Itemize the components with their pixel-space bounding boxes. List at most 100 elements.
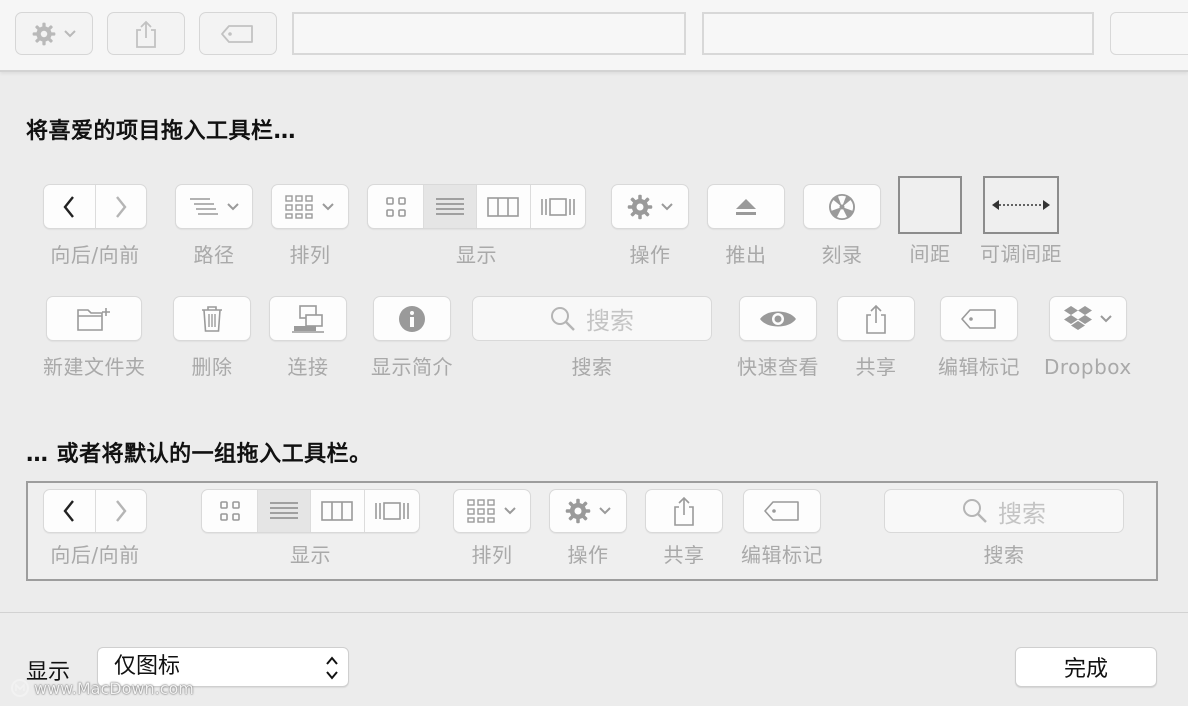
chevron-left-icon <box>63 500 75 522</box>
chevron-down-icon <box>64 29 76 37</box>
back-button[interactable] <box>44 185 95 228</box>
delete-label: 删除 <box>191 355 233 379</box>
path-item[interactable]: 路径 <box>175 184 253 267</box>
back-forward-item[interactable]: 向后/向前 <box>43 184 147 267</box>
list-view-icon <box>436 197 465 215</box>
space-label: 间距 <box>909 242 951 266</box>
chevron-down-icon <box>599 507 611 515</box>
share-item[interactable]: 共享 <box>837 296 915 379</box>
get-info-label: 显示简介 <box>371 355 453 379</box>
default-forward-button[interactable] <box>94 490 146 532</box>
view-list-button[interactable] <box>423 185 476 228</box>
default-edit-tags-item[interactable]: 编辑标记 <box>741 489 823 567</box>
footer-separator <box>0 612 1188 613</box>
default-arrange-label: 排列 <box>471 543 513 567</box>
dropbox-item[interactable]: Dropbox <box>1044 296 1132 379</box>
arrange-grid-icon <box>285 194 313 219</box>
chevron-down-icon <box>322 202 334 210</box>
default-search-label: 搜索 <box>983 543 1025 567</box>
show-mode-value: 仅图标 <box>114 654 181 679</box>
new-folder-label: 新建文件夹 <box>43 355 146 379</box>
default-view-label: 显示 <box>290 543 331 567</box>
action-item[interactable]: 操作 <box>611 184 689 267</box>
default-view-list-button[interactable] <box>257 490 310 532</box>
action-toolbar-button[interactable] <box>15 12 93 55</box>
search-item[interactable]: 搜索 搜索 <box>472 296 712 379</box>
flexible-space-label: 可调间距 <box>980 242 1062 266</box>
gallery-view-icon <box>540 197 575 216</box>
list-view-icon <box>270 502 299 519</box>
view-columns-button[interactable] <box>476 185 530 228</box>
default-view-item[interactable]: 显示 <box>201 489 420 567</box>
default-search-field[interactable]: 搜索 <box>884 489 1124 533</box>
watermark-text: www.MacDown.com <box>34 678 194 698</box>
window-toolbar <box>0 0 1188 72</box>
toolbar-field-2[interactable] <box>702 12 1094 55</box>
edit-tags-item[interactable]: 编辑标记 <box>938 296 1020 379</box>
gear-icon <box>565 498 591 524</box>
updown-chevron-icon <box>326 656 338 680</box>
gear-icon <box>32 22 56 45</box>
default-arrange-item[interactable]: 排列 <box>453 489 531 567</box>
path-label: 路径 <box>193 243 235 267</box>
chevron-down-icon <box>661 202 673 210</box>
share-icon <box>674 496 694 526</box>
forward-button[interactable] <box>94 185 146 228</box>
new-folder-item[interactable]: 新建文件夹 <box>43 296 146 379</box>
default-back-forward-item[interactable]: 向后/向前 <box>43 489 147 567</box>
back-forward-label: 向后/向前 <box>50 243 140 267</box>
quick-look-item[interactable]: 快速查看 <box>737 296 819 379</box>
share-icon <box>866 304 886 334</box>
toolbar-field-1[interactable] <box>292 12 686 55</box>
watermark-logo-icon <box>11 679 29 697</box>
burn-item[interactable]: 刻录 <box>803 184 881 267</box>
default-action-item[interactable]: 操作 <box>549 489 627 567</box>
default-set-heading: … 或者将默认的一组拖入工具栏。 <box>26 442 372 467</box>
double-arrow-icon <box>992 200 1050 210</box>
default-share-item[interactable]: 共享 <box>645 489 723 567</box>
default-search-item[interactable]: 搜索 搜索 <box>884 489 1124 567</box>
default-set-box[interactable]: 向后/向前 显示 排列 操作 共享 编辑标记 搜索 搜索 <box>26 481 1158 581</box>
gear-icon <box>627 194 653 219</box>
chevron-down-icon <box>1100 314 1112 322</box>
view-item[interactable]: 显示 <box>367 184 586 267</box>
default-view-icons-button[interactable] <box>202 490 257 532</box>
flexible-space-box <box>983 176 1059 234</box>
eject-icon <box>736 198 756 215</box>
eye-icon <box>760 311 796 326</box>
share-toolbar-button[interactable] <box>107 12 185 55</box>
favorites-heading: 将喜爱的项目拖入工具栏… <box>26 119 297 144</box>
default-view-gallery-button[interactable] <box>363 490 419 532</box>
delete-item[interactable]: 删除 <box>173 296 251 379</box>
space-item[interactable]: 间距 <box>898 176 962 266</box>
flexible-space-item[interactable]: 可调间距 <box>980 176 1062 266</box>
toolbar-field-3[interactable] <box>1110 12 1188 55</box>
done-button[interactable]: 完成 <box>1015 647 1157 687</box>
share-label: 共享 <box>855 355 897 379</box>
connect-item[interactable]: 连接 <box>269 296 347 379</box>
eject-label: 推出 <box>725 243 767 267</box>
action-label: 操作 <box>629 243 671 267</box>
new-folder-icon <box>77 307 111 331</box>
default-view-columns-button[interactable] <box>310 490 364 532</box>
view-icons-button[interactable] <box>368 185 423 228</box>
tag-icon <box>221 24 253 43</box>
space-box <box>898 176 962 234</box>
default-back-button[interactable] <box>44 490 95 532</box>
view-gallery-button[interactable] <box>529 185 585 228</box>
edit-tags-label: 编辑标记 <box>938 355 1020 379</box>
chevron-down-icon <box>227 202 239 210</box>
search-icon <box>551 306 575 331</box>
default-edit-tags-label: 编辑标记 <box>741 543 823 567</box>
chevron-right-icon <box>116 195 127 218</box>
eject-item[interactable]: 推出 <box>707 184 785 267</box>
burn-icon <box>829 193 855 220</box>
arrange-item[interactable]: 排列 <box>271 184 349 267</box>
default-share-label: 共享 <box>663 543 705 567</box>
dropbox-icon <box>1063 305 1092 330</box>
search-icon <box>963 499 987 523</box>
default-action-label: 操作 <box>567 543 609 567</box>
tag-toolbar-button[interactable] <box>199 12 277 55</box>
search-field[interactable]: 搜索 <box>472 296 712 341</box>
get-info-item[interactable]: 显示简介 <box>371 296 453 379</box>
